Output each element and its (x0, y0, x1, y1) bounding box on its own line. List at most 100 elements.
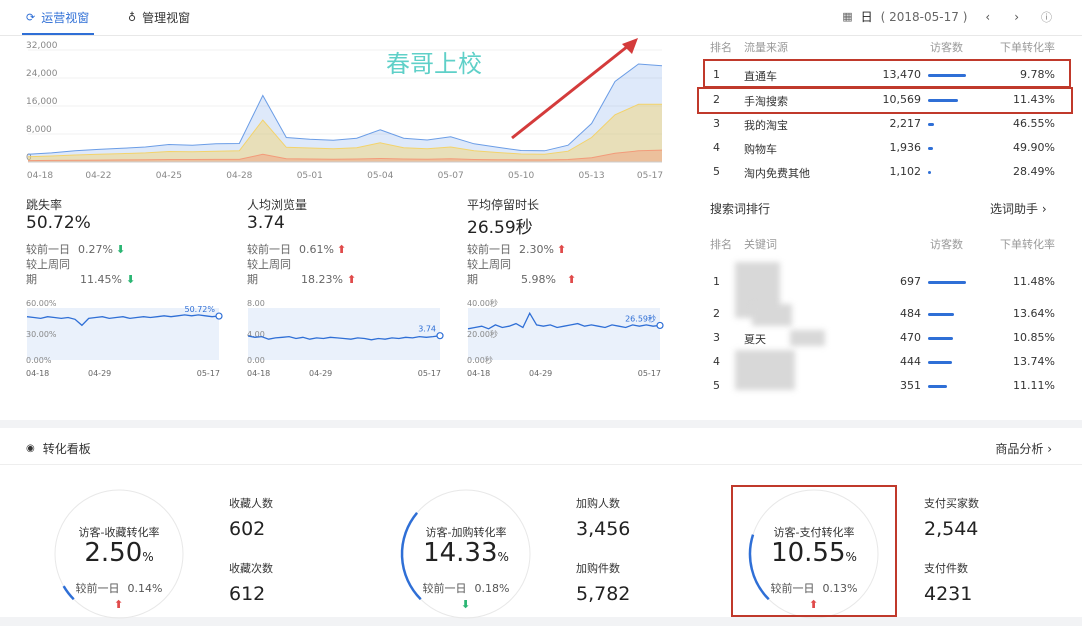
compare-prev-week: 期 5.98% ⬆ (467, 272, 667, 287)
gauge-value: 14.33% (401, 538, 531, 568)
gauge-unit: % (142, 550, 154, 564)
annotation-box-pay (731, 485, 897, 617)
tab-operations[interactable]: ⟳ 运营视窗 (26, 9, 89, 26)
x-tick-label: 04-18 (247, 369, 270, 378)
y-tick-label: 8.00 (247, 299, 265, 308)
last-value-label: 3.74 (418, 325, 436, 334)
x-tick-label: 04-18 (27, 171, 53, 181)
y-tick-label: 60.00% (26, 299, 57, 308)
sparkline-bg (248, 308, 440, 360)
visitors-bar (928, 385, 947, 388)
row-conv: 10.85% (1013, 331, 1055, 344)
metric-block: 人均浏览量 3.74 较前一日 0.61% ⬆ 较上周同期 18.23% ⬆ 8.00 4.00 0… (247, 196, 447, 386)
x-tick-label: 05-17 (637, 171, 663, 181)
y-tick-label: 0.00 (247, 356, 265, 365)
gauge-compare: 较前一日 0.14% (54, 580, 184, 596)
arrow-up-icon: ⬆ (347, 273, 357, 286)
visitors-bar (928, 171, 932, 174)
row-rank: 3 (713, 117, 720, 130)
x-tick-label: 04-22 (85, 171, 111, 181)
compare-label: 较前一日 (75, 582, 120, 595)
row-visitors: 697 (900, 275, 921, 288)
metric-title: 跳失率 (26, 198, 63, 212)
row-visitors: 351 (900, 379, 921, 392)
conversion-title: 转化看板 (42, 442, 91, 456)
compare-label-2: 期 (26, 273, 37, 286)
compare-label: 较前一日 (247, 243, 291, 256)
compare-prev-day: 较前一日 2.30% ⬆ (467, 242, 566, 257)
kpi-label: 加购人数 (576, 497, 620, 510)
row-conv: 13.74% (1013, 355, 1055, 368)
row-visitors: 484 (900, 307, 921, 320)
x-tick-label: 04-29 (309, 369, 332, 378)
calendar-icon[interactable]: ▦ (842, 10, 852, 23)
row-rank: 2 (713, 307, 720, 320)
last-point (656, 321, 664, 330)
date-period[interactable]: 日 (861, 8, 873, 25)
table-row[interactable]: 3 我的淘宝 2,217 46.55% (710, 117, 1055, 133)
arrow-up-icon: ⬆ (556, 243, 567, 256)
row-visitors: 1,936 (889, 141, 922, 154)
kpi-label: 收藏次数 (229, 562, 273, 575)
divider (0, 464, 1082, 465)
keyword-helper-label[interactable]: 选词助手 (990, 202, 1038, 216)
tab-bar: ⟳ 运营视窗 ♁ 管理视窗 ▦ 日 ( 2018-05-17 ) ‹ › ⓘ (0, 0, 1082, 36)
table-row[interactable]: 4 购物车 1,936 49.90% (710, 141, 1055, 157)
y-tick-label: 16,000 (26, 97, 58, 107)
last-point (436, 332, 444, 340)
annotation-box-row2 (697, 87, 1073, 114)
conversion-header: ◉ 转化看板 (26, 440, 91, 457)
row-name: 购物车 (744, 143, 777, 156)
row-conv: 49.90% (1013, 141, 1055, 154)
kpi-value: 4231 (924, 583, 973, 605)
table-header: 排名 流量来源 访客数 下单转化率 (710, 39, 1055, 54)
row-name: 我的淘宝 (744, 119, 788, 132)
visitors-bar (928, 123, 935, 126)
product-analysis-label[interactable]: 商品分析 (995, 442, 1043, 456)
sparkline-chart: 8.004.000.003.7404-18 04-29 05-17 (247, 299, 444, 378)
chevron-right-icon[interactable]: › (1047, 442, 1052, 456)
table-row[interactable]: 3 夏天 470 10.85% (710, 331, 1055, 347)
table-row[interactable]: 5 淘内免费其他 1,102 28.49% (710, 165, 1055, 181)
annotation-box-row1 (703, 59, 1071, 88)
kpi-label: 支付买家数 (924, 497, 979, 510)
visitors-bar (928, 147, 934, 150)
compare-label: 较前一日 (422, 582, 467, 595)
gauge-unit: % (497, 550, 509, 564)
chevron-right-icon[interactable]: › (1038, 202, 1047, 216)
keyword-helper-link[interactable]: 选词助手 › (990, 200, 1047, 217)
kpi-label: 支付件数 (924, 562, 968, 575)
redacted-keyword (790, 330, 825, 346)
compare-week-label: 较上周同 (467, 258, 511, 271)
date-value[interactable]: ( 2018-05-17 ) (881, 10, 968, 24)
tab-operations-label: 运营视窗 (41, 11, 90, 25)
next-day-icon[interactable]: › (1014, 10, 1019, 24)
annotation-arrow (511, 38, 638, 140)
compare-value: 18.23% (301, 273, 343, 286)
compare-value: 5.98% (521, 273, 556, 286)
table-header: 排名 关键词 访客数 下单转化率 (710, 236, 1055, 251)
y-tick-label: 40.00秒 (467, 298, 498, 308)
x-tick-label: 04-28 (226, 171, 252, 181)
x-tick-label: 04-29 (88, 369, 111, 378)
kpi-value: 3,456 (576, 518, 631, 540)
header-name: 关键词 (744, 238, 777, 251)
visitors-bar (928, 313, 955, 316)
metric-block: 平均停留时长 26.59秒 较前一日 2.30% ⬆ 较上周同期 5.98% ⬆ 40.00秒 2… (467, 196, 667, 386)
y-tick-label: 20.00秒 (467, 329, 498, 339)
prev-day-icon[interactable]: ‹ (985, 10, 990, 24)
arrow-down-icon: ⬇ (461, 598, 471, 611)
row-rank: 5 (713, 379, 720, 392)
header-name: 流量来源 (744, 41, 788, 54)
header-conv: 下单转化率 (1000, 41, 1055, 54)
overview-panel: ⟳ 运营视窗 ♁ 管理视窗 ▦ 日 ( 2018-05-17 ) ‹ › ⓘ 3… (0, 0, 1082, 420)
compare-label: 较前一日 (26, 243, 70, 256)
x-tick-label: 04-18 (26, 369, 49, 378)
compare-value: 0.27% (78, 243, 113, 256)
info-icon[interactable]: ⓘ (1041, 9, 1052, 25)
visitors-bar (928, 361, 953, 364)
tab-management[interactable]: ♁ 管理视窗 (128, 9, 190, 26)
compare-prev-week: 期 11.45% ⬇ (26, 272, 226, 287)
product-analysis-link[interactable]: 商品分析 › (995, 440, 1052, 457)
x-tick-label: 05-17 (197, 369, 220, 378)
